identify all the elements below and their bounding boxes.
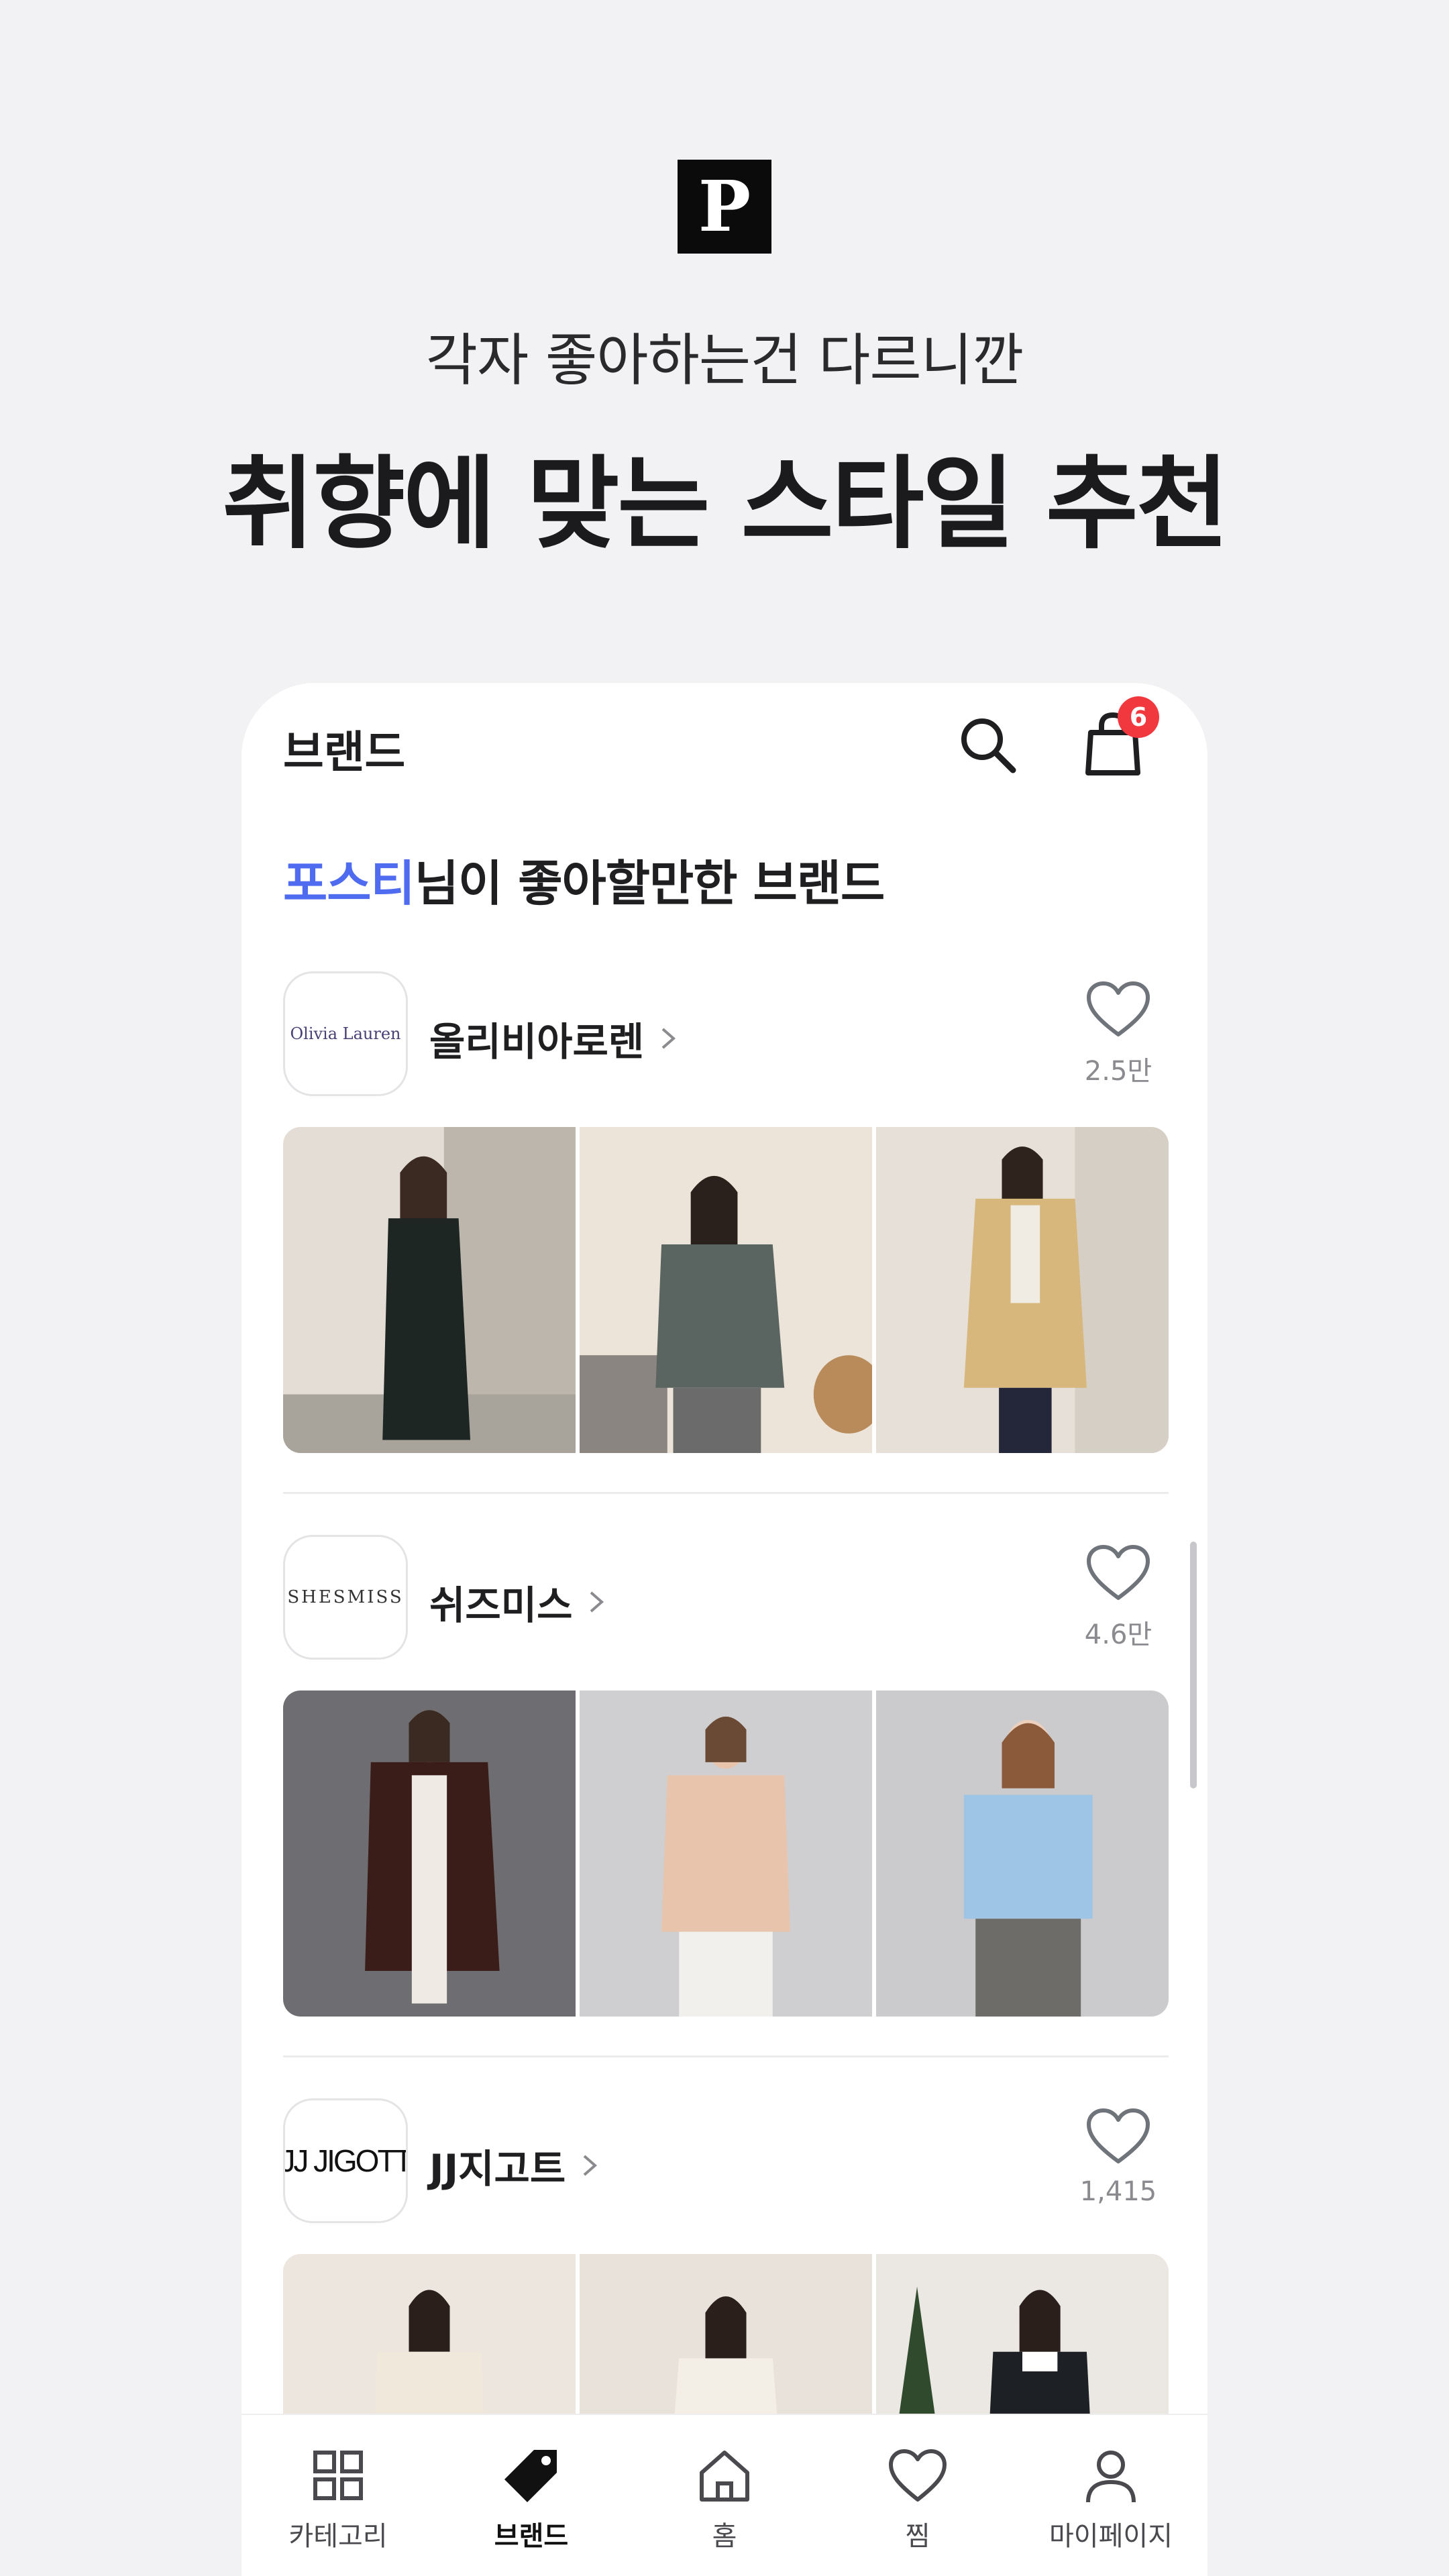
- nav-label: 찜: [905, 2521, 930, 2552]
- brand-photos: [283, 1127, 1169, 1453]
- brand-name-link[interactable]: 올리비아로렌: [429, 1010, 679, 1067]
- search-button[interactable]: [954, 711, 1021, 778]
- nav-item-brand[interactable]: 브랜드: [435, 2415, 628, 2576]
- like-count: 1,415: [1079, 2176, 1157, 2207]
- phone-screen: 브랜드 6 포스티님이 좋아할만한 브랜드 Olivia Lauren 올리비아…: [241, 683, 1208, 2576]
- brand-name-link[interactable]: JJ지고트: [429, 2137, 600, 2194]
- tag-icon: [504, 2450, 557, 2502]
- like-count: 2.5만: [1084, 1056, 1152, 1087]
- nav-label: 마이페이지: [1049, 2521, 1173, 2552]
- brand-photos: [283, 1690, 1169, 2017]
- nav-item-mypage[interactable]: 마이페이지: [1014, 2415, 1208, 2576]
- like-button[interactable]: 2.5만: [1068, 979, 1169, 1100]
- brand-name: JJ지고트: [429, 2146, 566, 2192]
- chevron-right-icon: [583, 2155, 598, 2176]
- page-title: 브랜드: [283, 727, 406, 778]
- user-name: 포스티: [283, 855, 415, 912]
- nav-item-wishlist[interactable]: 찜: [821, 2415, 1014, 2576]
- promo-headline: 취향에 맞는 스타일 추천: [222, 446, 1229, 563]
- divider: [283, 1492, 1169, 1494]
- brand-logo[interactable]: Olivia Lauren: [283, 971, 408, 1096]
- divider: [283, 2055, 1169, 2057]
- nav-item-category[interactable]: 카테고리: [241, 2415, 435, 2576]
- chevron-right-icon: [661, 1028, 676, 1049]
- product-photo[interactable]: [876, 1127, 1169, 1453]
- heart-icon: [889, 2449, 947, 2502]
- brand-logo-text: Olivia Lauren: [290, 1024, 401, 1043]
- app-logo: P: [678, 160, 771, 254]
- brand-name-link[interactable]: 쉬즈미스: [429, 1574, 607, 1630]
- search-icon: [961, 718, 1016, 773]
- brand-logo-text: JJ JIGOTT: [283, 2143, 408, 2178]
- like-button[interactable]: 1,415: [1068, 2106, 1169, 2227]
- chevron-right-icon: [590, 1591, 604, 1613]
- nav-label: 브랜드: [494, 2521, 569, 2552]
- nav-item-home[interactable]: 홈: [628, 2415, 821, 2576]
- brand-name: 쉬즈미스: [429, 1582, 573, 1628]
- brand-logo-text: SHESMISS: [287, 1587, 404, 1607]
- brand-logo[interactable]: JJ JIGOTT: [283, 2098, 408, 2223]
- cart-count-badge: 6: [1118, 696, 1159, 738]
- like-button[interactable]: 4.6만: [1068, 1543, 1169, 1664]
- product-photo[interactable]: [876, 1690, 1169, 2017]
- heart-icon: [1087, 981, 1150, 1036]
- brand-logo[interactable]: SHESMISS: [283, 1535, 408, 1660]
- app-store-screenshot: P 각자 좋아하는건 다르니깐 취향에 맞는 스타일 추천 브랜드 6 포스티님…: [0, 0, 1449, 2576]
- like-count: 4.6만: [1084, 1619, 1152, 1650]
- product-photo[interactable]: [580, 1127, 872, 1453]
- person-icon: [1086, 2451, 1136, 2503]
- home-icon: [700, 2451, 749, 2502]
- brand-name: 올리비아로렌: [429, 1019, 645, 1065]
- nav-label: 카테고리: [288, 2521, 388, 2552]
- product-photo[interactable]: [580, 1690, 872, 2017]
- product-photo[interactable]: [283, 1690, 576, 2017]
- top-bar: 브랜드 6: [241, 683, 1208, 817]
- nav-label: 홈: [712, 2521, 737, 2552]
- bottom-navigation: 카테고리 브랜드 홈 찜 마이페이지: [241, 2414, 1208, 2576]
- heart-icon: [1087, 2108, 1150, 2163]
- scrollbar[interactable]: [1190, 1542, 1197, 1788]
- product-photo[interactable]: [283, 1127, 576, 1453]
- section-title-text: 님이 좋아할만한 브랜드: [414, 855, 885, 912]
- grid-icon: [313, 2451, 363, 2500]
- promo-tagline: 각자 좋아하는건 다르니깐: [425, 327, 1024, 393]
- section-title: 포스티님이 좋아할만한 브랜드: [283, 844, 885, 914]
- heart-icon: [1087, 1545, 1150, 1600]
- app-logo-letter: P: [698, 165, 751, 248]
